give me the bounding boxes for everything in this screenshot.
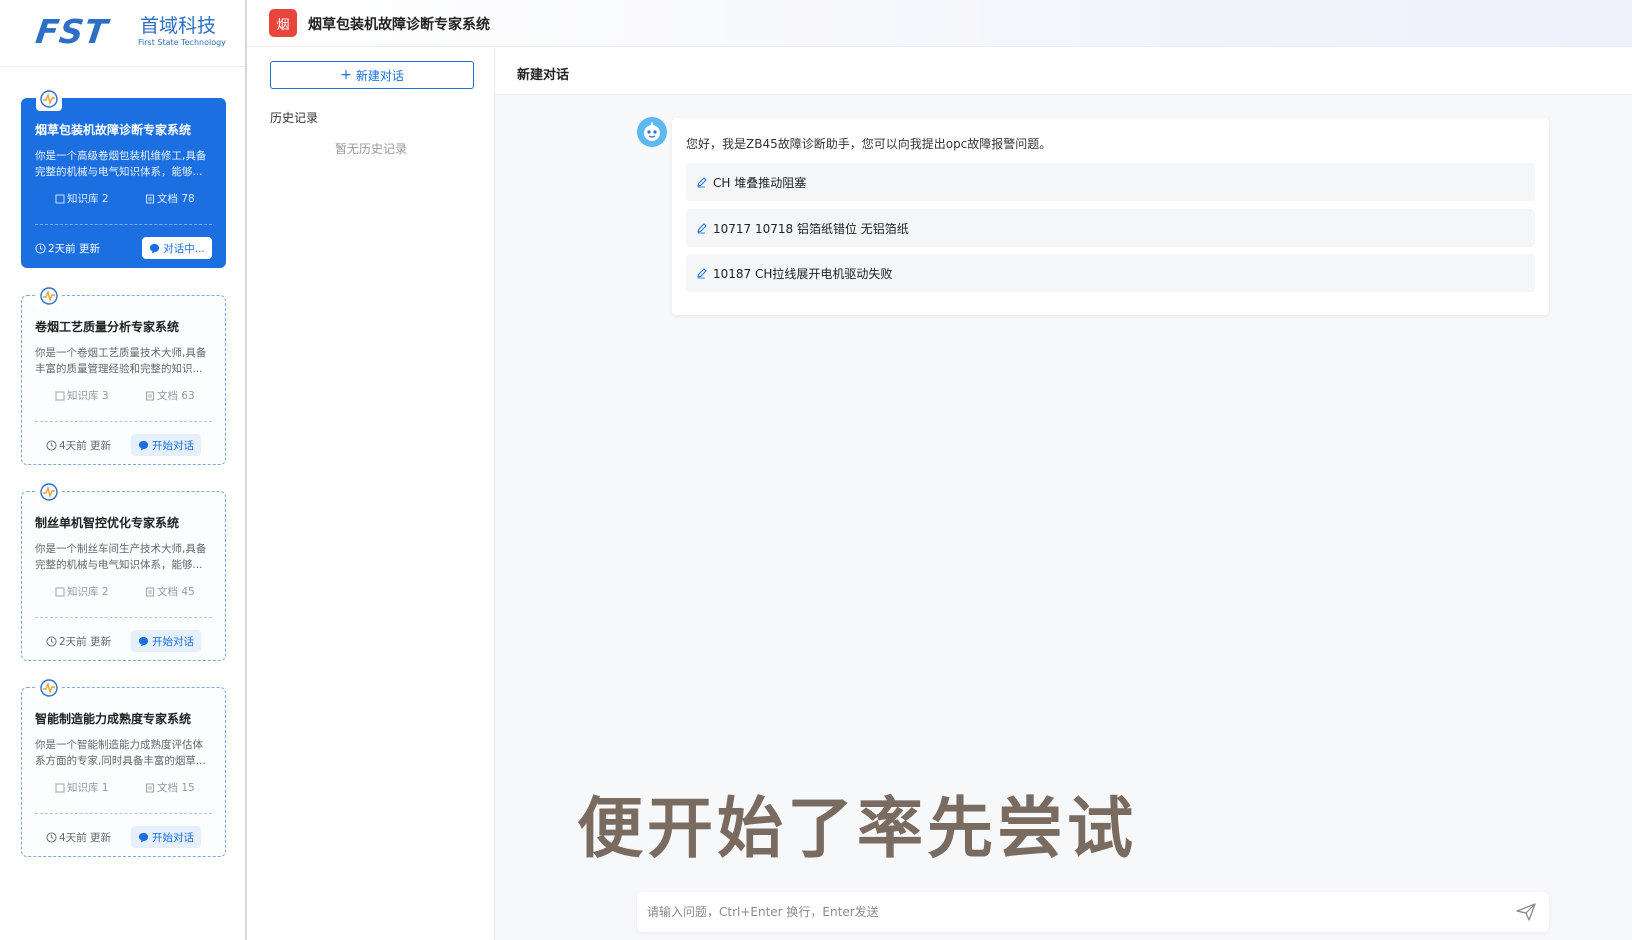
document-count: 文档 45 [145,584,195,599]
history-panel: + 新建对话 历史记录 暂无历史记录 [247,47,495,940]
expert-card-packaging[interactable]: 烟草包装机故障诊断专家系统 你是一个高级卷烟包装机维修工,具备 完整的机械与电气知… [21,87,226,268]
document-icon [146,194,154,203]
knowledge-base-count: 知识库 1 [55,780,109,795]
update-time: 2天前 更新 [46,634,111,649]
knowledge-base-count: 知识库 2 [55,191,109,206]
knowledge-base-count: 知识库 2 [55,584,109,599]
clock-icon [46,636,57,647]
edit-icon [697,268,707,279]
expert-title: 制丝单机智控优化专家系统 [35,516,180,530]
book-icon [55,587,65,596]
new-chat-button[interactable]: + 新建对话 [270,61,474,89]
send-button[interactable] [1515,902,1537,922]
card-divider [35,421,212,422]
app-title: 烟草包装机故障诊断专家系统 [308,17,490,33]
card-divider [35,617,212,618]
document-count: 文档 78 [145,191,195,206]
expert-card-silk[interactable]: 制丝单机智控优化专家系统 你是一个制丝车间生产技术大师,具备 完整的机械与电气知识… [21,480,226,661]
chat-header: 新建对话 [495,47,1632,95]
expert-card-quality[interactable]: 卷烟工艺质量分析专家系统 你是一个卷烟工艺质量技术大师,具备 丰富的质量管理经验和… [21,284,226,465]
suggestion-item[interactable]: CH 堆叠推动阻塞 [686,163,1535,201]
logo-name-cn: 首域科技 [140,15,217,37]
pulse-icon [36,87,62,111]
document-count: 文档 63 [145,388,195,403]
book-icon [55,391,65,400]
app-badge: 烟 [269,9,297,37]
pulse-icon [36,676,62,700]
sidebar-divider [0,66,245,67]
expert-description: 你是一个制丝车间生产技术大师,具备 完整的机械与电气知识体系，能够... [35,543,207,571]
chat-bubble-icon [138,832,149,843]
chat-status-button[interactable]: 对话中... [142,237,212,259]
update-time: 2天前 更新 [35,241,100,256]
clock-icon [46,440,57,451]
chat-area: 新建对话 您好，我是ZB45故障诊断助手，您可以向我提出opc故障报警问题。 C… [495,47,1632,940]
logo-brand: FST [33,12,111,51]
chat-bubble-icon [150,243,160,254]
expert-sidebar: FST 首域科技 First State Technology 烟草包装机故障诊… [0,0,247,940]
chat-input[interactable] [647,898,1467,926]
chat-title: 新建对话 [517,68,570,83]
chat-bubble-icon [138,636,149,647]
video-caption: 便开始了率先尝试 [577,790,1137,867]
expert-title: 烟草包装机故障诊断专家系统 [35,123,192,137]
document-count: 文档 15 [145,780,195,795]
start-chat-button[interactable]: 开始对话 [131,826,201,848]
document-icon [146,783,154,792]
document-icon [146,391,154,400]
expert-description: 你是一个高级卷烟包装机维修工,具备 完整的机械与电气知识体系，能够... [35,150,207,178]
expert-title: 卷烟工艺质量分析专家系统 [35,320,180,334]
pulse-icon [36,284,62,308]
update-time: 4天前 更新 [46,830,111,845]
company-logo: FST 首域科技 First State Technology [33,12,226,51]
card-divider [35,224,212,225]
chat-input-box [637,892,1549,932]
greeting-text: 您好，我是ZB45故障诊断助手，您可以向我提出opc故障报警问题。 [686,137,1052,151]
start-chat-button[interactable]: 开始对话 [131,434,201,456]
history-empty-text: 暂无历史记录 [334,142,407,156]
book-icon [55,194,65,203]
edit-icon [697,223,707,234]
expert-title: 智能制造能力成熟度专家系统 [35,712,192,726]
clock-icon [46,832,57,843]
new-chat-label: 新建对话 [355,68,404,83]
update-time: 4天前 更新 [46,438,111,453]
plus-icon: + [340,67,352,83]
book-icon [55,783,65,792]
assistant-message: 您好，我是ZB45故障诊断助手，您可以向我提出opc故障报警问题。 CH 堆叠推… [672,118,1549,315]
expert-description: 你是一个智能制造能力成熟度评估体 系方面的专家,同时具备丰富的烟草... [35,739,206,767]
history-heading: 历史记录 [270,111,319,125]
clock-icon [35,243,46,254]
document-icon [146,587,154,596]
logo-name-en: First State Technology [138,38,226,47]
robot-avatar-icon [637,117,667,147]
expert-card-maturity[interactable]: 智能制造能力成熟度专家系统 你是一个智能制造能力成熟度评估体 系方面的专家,同时具… [21,676,226,857]
knowledge-base-count: 知识库 3 [55,388,109,403]
start-chat-button[interactable]: 开始对话 [131,630,201,652]
chat-bubble-icon [138,440,149,451]
pulse-icon [36,480,62,504]
edit-icon [697,177,707,188]
suggestion-item[interactable]: 10717 10718 铝箔纸错位 无铝箔纸 [686,209,1535,247]
app-header: 烟 烟草包装机故障诊断专家系统 [247,0,1632,47]
send-icon [1516,903,1536,921]
expert-description: 你是一个卷烟工艺质量技术大师,具备 丰富的质量管理经验和完整的知识... [35,347,207,375]
suggestion-item[interactable]: 10187 CH拉线展开电机驱动失败 [686,254,1535,292]
card-divider [35,813,212,814]
